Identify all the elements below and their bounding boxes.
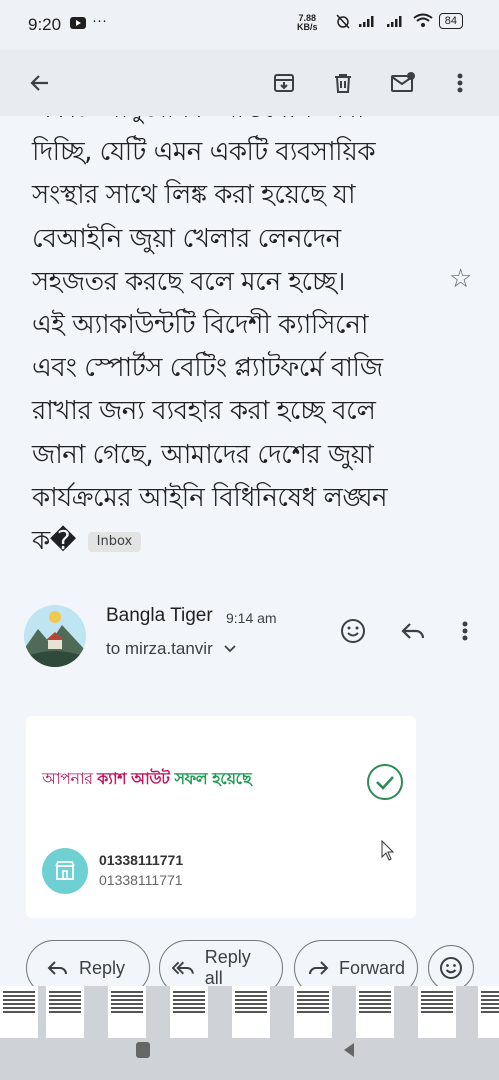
screen-thumbnail[interactable] (478, 986, 499, 1038)
network-speed-unit: KB/s (297, 22, 318, 32)
subject-line: রাখার জন্য ব্যবহার করা হচ্ছে বলে (32, 396, 376, 427)
archive-icon[interactable] (269, 68, 299, 98)
star-icon[interactable]: ☆ (449, 264, 472, 294)
mail-unread-icon[interactable] (388, 68, 418, 98)
title-part-2: ক্যাশ আউট (97, 769, 175, 788)
screen-thumbnail[interactable] (0, 986, 38, 1038)
merchant-phone: 01338111771 (99, 852, 184, 868)
recent-screens-strip (0, 986, 499, 1080)
email-toolbar (0, 50, 499, 116)
email-subject: একটি আনুষ্ঠানিক অভিযোগ জমা দিচ্ছি, যেটি … (32, 116, 432, 563)
subject-line: এবং স্পোর্টস বেটিং প্ল্যাটফর্মে বাজি (32, 353, 383, 384)
subject-line: এই অ্যাকাউন্টটি বিদেশী ক্যাসিনো (32, 310, 368, 341)
forward-icon (308, 961, 329, 975)
status-bar: 9:20 ··· 7.88 KB/s 84 (0, 0, 499, 50)
screen-thumbnail[interactable] (356, 986, 394, 1038)
status-time: 9:20 (28, 15, 62, 34)
title-part-3: সফল হয়েছে (174, 769, 252, 788)
reply-label: Reply (79, 957, 126, 978)
reply-icon (47, 961, 67, 975)
reply-all-button[interactable]: Reply all (159, 940, 283, 986)
screen-thumbnail[interactable] (418, 986, 456, 1038)
check-circle-icon (367, 764, 403, 800)
subject-line: দিচ্ছি, যেটি এমন একটি ব্যবসায়িক (32, 137, 376, 168)
screen-thumbnail[interactable] (232, 986, 270, 1038)
back-nav-icon[interactable] (342, 1042, 356, 1058)
cashout-success-text: আপনার ক্যাশ আউট সফল হয়েছে (42, 766, 252, 793)
screen-thumbnail[interactable] (170, 986, 208, 1038)
subject-line: জানা গেছে, আমাদের দেশের জুয়া (32, 439, 374, 470)
reply-all-icon (172, 961, 194, 975)
chevron-down-icon (224, 645, 237, 653)
forward-label: Forward (338, 957, 405, 978)
screen-thumbnail[interactable] (294, 986, 332, 1038)
more-vertical-icon[interactable] (445, 68, 475, 98)
trash-icon[interactable] (328, 68, 358, 98)
recents-nav-icon[interactable] (136, 1042, 150, 1058)
merchant-phone-secondary: 01338111771 (99, 872, 183, 888)
message-more-icon[interactable] (450, 616, 480, 646)
reply-icon[interactable] (398, 616, 428, 646)
signal-icon-2 (386, 16, 402, 27)
mouse-cursor-icon (381, 840, 395, 861)
title-part-1: আপনার (42, 769, 98, 788)
arrow-left-icon[interactable] (25, 68, 55, 98)
screen-thumbnail[interactable] (46, 986, 84, 1038)
recipient-details-toggle[interactable]: to mirza.tanvir (106, 639, 237, 659)
sender-name: Bangla Tiger (106, 605, 213, 626)
subject-line: সহজতর করছে বলে মনে হচ্ছে। (32, 266, 345, 297)
wifi-icon (413, 13, 433, 27)
more-notifications-indicator: ··· (92, 12, 107, 29)
subject-line: সংস্থার সাথে লিঙ্ক করা হয়েছে যা (32, 180, 356, 211)
add-reaction-icon[interactable] (338, 616, 368, 646)
sender-avatar[interactable] (24, 605, 86, 667)
status-icons: 84 (335, 13, 463, 29)
smile-icon (440, 957, 462, 979)
store-icon (42, 848, 88, 894)
reply-all-label: Reply all (204, 947, 251, 986)
emoji-reaction-button[interactable] (428, 945, 474, 986)
subject-last-line: ক� Inbox (32, 520, 432, 563)
signal-icon-1 (358, 16, 374, 27)
email-content: একটি আনুষ্ঠানিক অভিযোগ জমা দিচ্ছি, যেটি … (0, 116, 499, 986)
battery-indicator: 84 (438, 13, 463, 29)
message-body-card: আপনার ক্যাশ আউট সফল হয়েছে 01338111771 0… (26, 716, 416, 918)
reply-button[interactable]: Reply (26, 940, 150, 986)
inbox-label-chip[interactable]: Inbox (87, 531, 142, 552)
subject-line: কার্যক্রমের আইনি বিধিনিষেধ লঙ্ঘন (32, 482, 388, 513)
network-speed: 7.88 KB/s (297, 14, 318, 32)
email-time: 9:14 am (226, 610, 277, 626)
youtube-notification-icon (70, 17, 86, 29)
subject-line: বেআইনি জুয়া খেলার লেনদেন (32, 223, 341, 254)
screen-thumbnail[interactable] (108, 986, 146, 1038)
alarm-off-icon (336, 14, 350, 29)
forward-button[interactable]: Forward (294, 940, 418, 986)
subject-line: ক� (32, 526, 76, 557)
recipient-line: to mirza.tanvir (106, 639, 213, 658)
subject-line: একটি আনুষ্ঠানিক অভিযোগ জমা (32, 116, 432, 131)
